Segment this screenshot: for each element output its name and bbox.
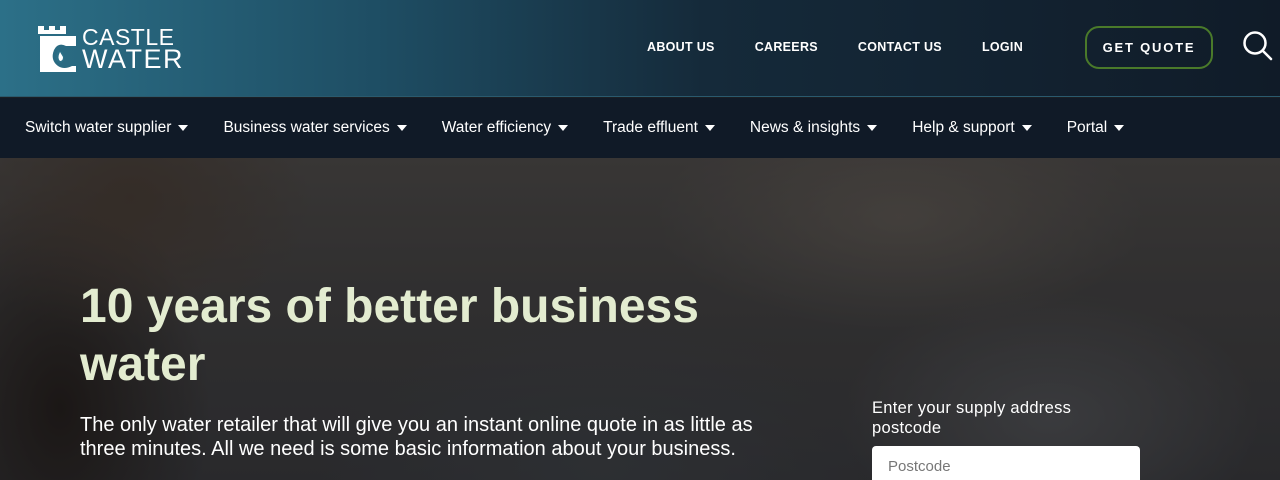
caret-down-icon (867, 125, 878, 131)
main-navigation: Switch water supplier Business water ser… (0, 98, 1280, 158)
nav-help-support[interactable]: Help & support (912, 119, 1032, 137)
caret-down-icon (1021, 125, 1032, 131)
castle-water-logo[interactable]: CASTLE WATER (36, 22, 184, 74)
caret-down-icon (1114, 125, 1125, 131)
postcode-input[interactable] (872, 446, 1140, 480)
nav-label: News & insights (749, 119, 861, 136)
nav-water-efficiency[interactable]: Water efficiency (441, 119, 569, 137)
nav-label: Switch water supplier (25, 119, 172, 136)
hero-banner: 10 years of better business water The on… (0, 158, 1280, 480)
hero-subtitle: The only water retailer that will give y… (80, 414, 753, 460)
nav-trade-effluent[interactable]: Trade effluent (603, 119, 715, 137)
nav-business-water-services[interactable]: Business water services (223, 119, 407, 137)
nav-label: Trade effluent (603, 119, 698, 136)
caret-down-icon (704, 125, 715, 131)
nav-news-insights[interactable]: News & insights (749, 119, 878, 137)
nav-label: Business water services (223, 119, 390, 136)
about-us-link[interactable]: ABOUT US (647, 40, 715, 54)
get-quote-button[interactable]: GET QUOTE (1085, 26, 1213, 69)
castle-logo-icon (38, 26, 76, 72)
nav-label: Portal (1066, 119, 1108, 136)
postcode-label: Enter your supply address postcode (872, 399, 1072, 437)
contact-us-link[interactable]: CONTACT US (858, 40, 942, 54)
search-icon (1243, 31, 1273, 61)
nav-portal[interactable]: Portal (1067, 119, 1125, 137)
login-link[interactable]: LOGIN (982, 40, 1023, 54)
careers-link[interactable]: CAREERS (755, 40, 818, 54)
caret-down-icon (178, 125, 189, 131)
nav-label: Water efficiency (441, 119, 552, 136)
hero-title: 10 years of better business water (80, 280, 699, 391)
caret-down-icon (396, 125, 407, 131)
search-button[interactable] (1242, 30, 1274, 62)
logo-text-water: WATER (82, 44, 184, 74)
nav-label: Help & support (912, 119, 1015, 136)
utility-nav: ABOUT US CAREERS CONTACT US LOGIN (647, 40, 1023, 54)
nav-switch-water-supplier[interactable]: Switch water supplier (25, 119, 189, 137)
caret-down-icon (558, 125, 569, 131)
top-header: CASTLE WATER ABOUT US CAREERS CONTACT US… (0, 0, 1280, 97)
